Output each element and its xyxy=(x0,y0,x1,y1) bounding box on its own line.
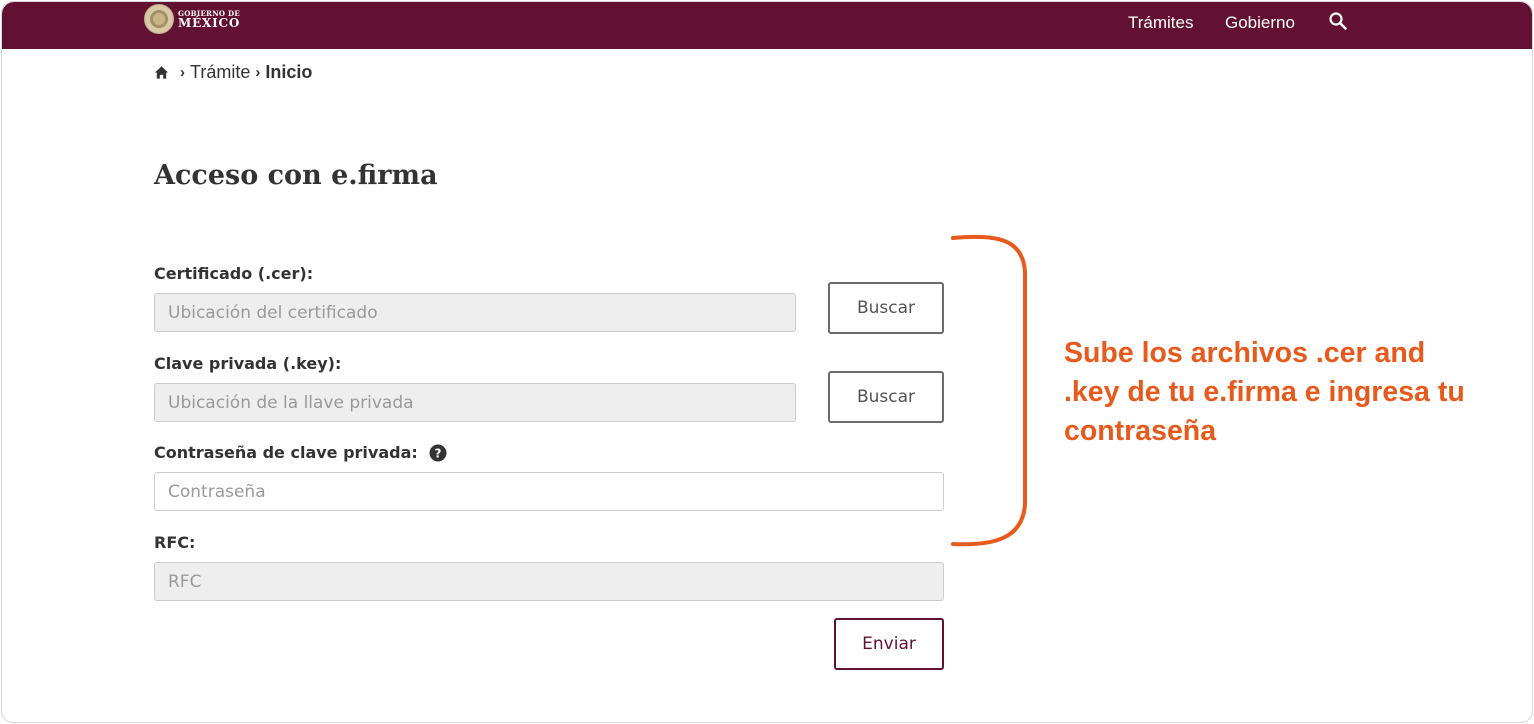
clave-privada-label: Clave privada (.key): xyxy=(154,354,342,373)
question-circle-icon[interactable]: ? xyxy=(429,444,447,462)
enviar-button[interactable]: Enviar xyxy=(834,618,944,670)
page-title: Acceso con e.firma xyxy=(154,160,438,191)
certificado-label: Certificado (.cer): xyxy=(154,264,314,283)
browser-frame: GOBIERNO DE MÉXICO Trámites Gobierno › T… xyxy=(1,1,1533,723)
breadcrumb-item-inicio: Inicio xyxy=(265,62,313,82)
rfc-input[interactable] xyxy=(154,562,944,601)
breadcrumb-chevron-icon: › xyxy=(255,64,261,81)
annotation-brace xyxy=(951,234,1027,547)
certificado-input[interactable] xyxy=(154,293,796,332)
top-navbar: GOBIERNO DE MÉXICO Trámites Gobierno xyxy=(2,2,1532,49)
rfc-label: RFC: xyxy=(154,533,196,552)
logo-text: GOBIERNO DE MÉXICO xyxy=(178,10,240,29)
svg-text:?: ? xyxy=(435,446,442,460)
gobierno-logo[interactable]: GOBIERNO DE MÉXICO xyxy=(144,4,240,34)
annotation-text: Sube los archivos .cer and .key de tu e.… xyxy=(1064,337,1465,447)
buscar-clave-button[interactable]: Buscar xyxy=(828,371,944,423)
buscar-certificado-button[interactable]: Buscar xyxy=(828,282,944,334)
nav-link-gobierno[interactable]: Gobierno xyxy=(1225,13,1295,33)
contrasena-label: Contraseña de clave privada: xyxy=(154,443,418,462)
mexico-seal-icon xyxy=(144,4,174,34)
contrasena-input[interactable] xyxy=(154,472,944,511)
breadcrumb-chevron-icon: › xyxy=(180,64,185,81)
logo-line2: MÉXICO xyxy=(178,15,241,30)
home-icon[interactable] xyxy=(154,65,169,80)
clave-privada-input[interactable] xyxy=(154,383,796,422)
breadcrumb: › Trámite › Inicio xyxy=(154,62,312,83)
search-icon[interactable] xyxy=(1328,11,1348,31)
nav-link-tramites[interactable]: Trámites xyxy=(1128,13,1194,33)
breadcrumb-item-tramite[interactable]: Trámite xyxy=(190,62,250,83)
